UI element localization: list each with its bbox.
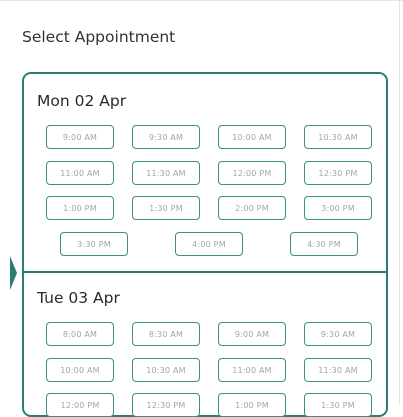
time-slot[interactable]: 1:00 PM — [46, 196, 114, 220]
time-slot[interactable]: 10:00 AM — [218, 125, 286, 149]
time-slot[interactable]: 12:00 PM — [46, 393, 114, 417]
time-slot[interactable]: 9:00 AM — [218, 322, 286, 346]
time-slot[interactable]: 2:00 PM — [218, 196, 286, 220]
time-slot[interactable]: 1:30 PM — [304, 393, 372, 417]
time-slot[interactable]: 8:00 AM — [46, 322, 114, 346]
day-heading-tue: Tue 03 Apr — [37, 289, 120, 307]
time-slot[interactable]: 4:30 PM — [290, 232, 358, 256]
time-slot[interactable]: 9:30 AM — [304, 322, 372, 346]
time-slot[interactable]: 11:00 AM — [218, 358, 286, 382]
time-slot[interactable]: 9:30 AM — [132, 125, 200, 149]
time-slot[interactable]: 8:30 AM — [132, 322, 200, 346]
top-divider — [0, 0, 403, 1]
time-slot[interactable]: 1:30 PM — [132, 196, 200, 220]
day-heading-mon: Mon 02 Apr — [37, 92, 127, 110]
time-slot[interactable]: 10:00 AM — [46, 358, 114, 382]
time-slot[interactable]: 1:00 PM — [218, 393, 286, 417]
time-slot[interactable]: 10:30 AM — [132, 358, 200, 382]
time-slot[interactable]: 12:30 PM — [304, 161, 372, 185]
right-divider — [399, 0, 400, 404]
time-slot[interactable]: 11:30 AM — [304, 358, 372, 382]
time-slot[interactable]: 12:00 PM — [218, 161, 286, 185]
time-slot[interactable]: 10:30 AM — [304, 125, 372, 149]
page-title: Select Appointment — [22, 28, 176, 46]
day-divider — [24, 271, 386, 273]
time-slot[interactable]: 9:00 AM — [46, 125, 114, 149]
time-slot[interactable]: 4:00 PM — [175, 232, 243, 256]
appointment-panel: Mon 02 Apr 9:00 AM 9:30 AM 10:00 AM 10:3… — [22, 72, 388, 417]
time-slot[interactable]: 3:00 PM — [304, 196, 372, 220]
time-slot[interactable]: 11:00 AM — [46, 161, 114, 185]
time-slot[interactable]: 11:30 AM — [132, 161, 200, 185]
panel-pointer-arrow — [10, 256, 17, 290]
time-slot[interactable]: 12:30 PM — [132, 393, 200, 417]
time-slot[interactable]: 3:30 PM — [60, 232, 128, 256]
